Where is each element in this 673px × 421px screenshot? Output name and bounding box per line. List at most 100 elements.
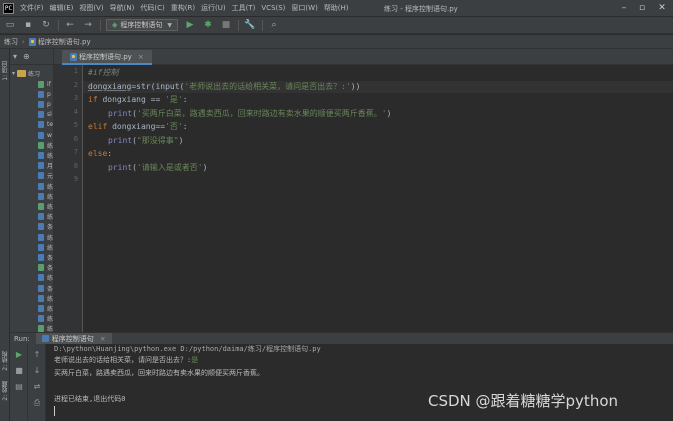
- scroll-up-icon[interactable]: ↑: [32, 350, 42, 360]
- stop-icon[interactable]: ■: [14, 366, 24, 376]
- tree-file-item[interactable]: 练: [38, 191, 53, 201]
- code-line-5: elif dongxiang=='否':: [88, 121, 188, 133]
- tree-file-item[interactable]: 练: [38, 324, 53, 332]
- tree-file-item[interactable]: 练: [38, 181, 53, 191]
- save-all-icon[interactable]: ▪: [22, 19, 34, 31]
- menu-window[interactable]: 窗口(W): [291, 3, 317, 13]
- menu-file[interactable]: 文件(F): [20, 3, 44, 13]
- code-line-2: dongxiang=str(input('老师说出去的话给相关菜，请问是否出去？…: [88, 81, 360, 93]
- tree-file-label: p: [47, 90, 51, 98]
- code-builtin: print: [108, 163, 133, 172]
- breadcrumb-project[interactable]: 练习: [4, 37, 18, 47]
- code-line-4: print('买两斤白菜，路遇卖西瓜，回来时路边有卖水果的顺便买两斤香蕉。'): [108, 108, 391, 120]
- search-icon[interactable]: ⌕: [268, 19, 280, 31]
- tree-root-label: 练习: [28, 70, 41, 78]
- python-file-icon: [38, 315, 44, 323]
- tree-file-item[interactable]: 条: [38, 222, 53, 232]
- code-keyword: elif: [88, 122, 108, 131]
- forward-arrow-icon[interactable]: →: [82, 19, 94, 31]
- python-file-icon: [38, 325, 44, 332]
- tree-file-item[interactable]: 月: [38, 161, 53, 171]
- tree-file-item[interactable]: 练: [38, 303, 53, 313]
- maximize-icon[interactable]: ▫: [635, 2, 649, 14]
- code-line-3: if dongxiang == '是':: [88, 94, 188, 106]
- breadcrumb-file[interactable]: 程序控制语句.py: [38, 37, 91, 47]
- menu-edit[interactable]: 编辑(E): [50, 3, 74, 13]
- python-file-icon: [38, 253, 44, 261]
- menu-refactor[interactable]: 重构(R): [171, 3, 195, 13]
- menu-navigate[interactable]: 导航(N): [110, 3, 135, 13]
- code-text: dongxiang==: [107, 122, 166, 131]
- tree-file-item[interactable]: 条: [38, 252, 53, 262]
- wrench-icon[interactable]: 🔧: [244, 19, 256, 31]
- tree-file-item[interactable]: 条: [38, 263, 53, 273]
- tree-file-item[interactable]: 练: [38, 201, 53, 211]
- tree-file-item[interactable]: 条: [38, 283, 53, 293]
- tree-file-item[interactable]: 练: [38, 273, 53, 283]
- menu-view[interactable]: 视图(V): [79, 3, 103, 13]
- tree-file-item[interactable]: 练: [38, 140, 53, 150]
- python-file-icon: [38, 90, 44, 98]
- code-text: ): [178, 136, 184, 145]
- minimize-icon[interactable]: –: [617, 2, 631, 14]
- open-folder-icon[interactable]: ▭: [4, 19, 16, 31]
- console-prompt: 老师说出去的话给相关菜，请问是否出去？:: [54, 356, 192, 364]
- tree-file-item[interactable]: p: [38, 99, 51, 109]
- wrap-icon[interactable]: ⇌: [32, 382, 42, 392]
- print-icon[interactable]: ⎙: [32, 398, 42, 408]
- code-line-6: print("那没得事"): [108, 135, 183, 147]
- run-configuration-select[interactable]: ◆ 程序控制语句 ▼: [106, 19, 179, 31]
- python-file-icon: [38, 80, 44, 88]
- back-arrow-icon[interactable]: ←: [64, 19, 76, 31]
- favorites-tool-tab[interactable]: 2: 收藏: [1, 381, 10, 401]
- tree-file-item[interactable]: sl: [38, 110, 52, 120]
- menu-tools[interactable]: 工具(T): [232, 3, 256, 13]
- run-icon[interactable]: ▶: [184, 19, 196, 31]
- title-bar: PC 文件(F) 编辑(E) 视图(V) 导航(N) 代码(C) 重构(R) 运…: [0, 0, 673, 17]
- menu-code[interactable]: 代码(C): [140, 3, 164, 13]
- stop-icon[interactable]: ■: [220, 19, 232, 31]
- tree-file-item[interactable]: 练: [38, 314, 53, 324]
- tree-file-label: 练: [47, 305, 54, 313]
- scroll-down-icon[interactable]: ↓: [32, 366, 42, 376]
- dropdown-icon[interactable]: ▾: [13, 52, 17, 61]
- tree-file-item[interactable]: 练: [38, 232, 53, 242]
- python-file-icon: [38, 111, 44, 119]
- code-builtin: print: [108, 136, 133, 145]
- menu-vcs[interactable]: VCS(S): [261, 4, 285, 12]
- close-icon[interactable]: ×: [100, 335, 106, 343]
- tree-file-item[interactable]: te: [38, 120, 53, 130]
- tree-file-item[interactable]: if: [38, 79, 51, 89]
- line-number: 6: [73, 135, 78, 143]
- close-icon[interactable]: ×: [138, 53, 144, 61]
- debug-icon[interactable]: ✱: [202, 19, 214, 31]
- code-editor[interactable]: #if控制 dongxiang=str(input('老师说出去的话给相关菜，请…: [83, 65, 673, 332]
- project-tool-tab[interactable]: 1: 项目: [1, 61, 10, 81]
- structure-tool-tab[interactable]: 2: 结构: [1, 351, 10, 371]
- tree-file-item[interactable]: 元: [38, 171, 53, 181]
- tree-file-label: 练: [47, 152, 54, 160]
- rerun-icon[interactable]: ▶: [14, 350, 24, 360]
- line-number: 1: [73, 67, 78, 75]
- tree-file-label: 练: [47, 142, 54, 150]
- code-comment: #if控制: [88, 68, 119, 77]
- editor-tab-active[interactable]: 程序控制语句.py ×: [62, 50, 152, 65]
- python-file-icon: [38, 121, 44, 129]
- tree-file-item[interactable]: 练: [38, 150, 53, 160]
- code-line-7: else:: [88, 148, 112, 160]
- tree-root[interactable]: ▾ 练习: [12, 68, 40, 78]
- code-keyword: if: [88, 95, 98, 104]
- tree-file-item[interactable]: w: [38, 130, 52, 140]
- tree-file-item[interactable]: 练: [38, 293, 53, 303]
- tree-file-item[interactable]: 练: [38, 242, 53, 252]
- menu-run[interactable]: 运行(U): [201, 3, 226, 13]
- layout-icon[interactable]: ▤: [14, 382, 24, 392]
- menu-help[interactable]: 帮助(H): [324, 3, 349, 13]
- tree-file-item[interactable]: 练: [38, 212, 53, 222]
- python-file-icon: [38, 294, 44, 302]
- globe-icon[interactable]: ⊕: [23, 52, 30, 61]
- python-file-icon: [38, 274, 44, 282]
- tree-file-item[interactable]: p: [38, 89, 51, 99]
- sync-icon[interactable]: ↻: [40, 19, 52, 31]
- close-icon[interactable]: ✕: [655, 2, 669, 14]
